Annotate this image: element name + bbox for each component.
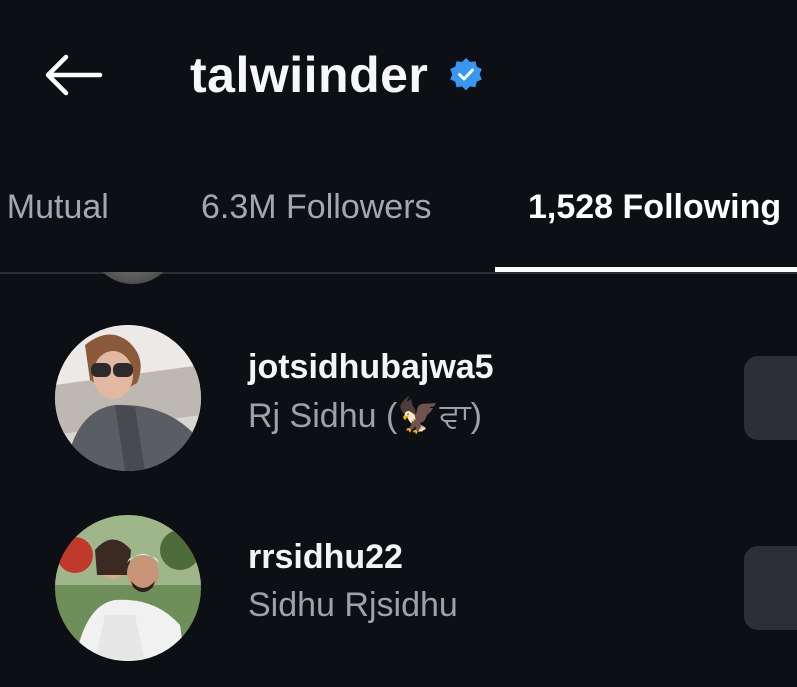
- profile-username: talwiinder: [190, 47, 429, 103]
- tab-mutual[interactable]: - Mutual: [0, 188, 109, 227]
- active-tab-indicator: [495, 267, 797, 272]
- following-button[interactable]: [744, 546, 797, 630]
- arrow-left-icon: [45, 54, 103, 96]
- tab-followers[interactable]: 6.3M Followers: [201, 188, 432, 227]
- full-name: Sidhu Rjsidhu: [248, 586, 458, 624]
- follow-tabs: - Mutual 6.3M Followers 1,528 Following: [0, 150, 797, 272]
- profile-title: talwiinder: [190, 40, 484, 110]
- profile-photo: [55, 515, 201, 661]
- list-item[interactable]: jotsidhubajwa5 Rj Sidhu (🦅ਵਾ): [0, 320, 797, 480]
- profile-photo: [55, 325, 201, 471]
- avatar[interactable]: [55, 515, 201, 661]
- avatar[interactable]: [55, 325, 201, 471]
- list-item[interactable]: rrsidhu22 Sidhu Rjsidhu: [0, 510, 797, 670]
- username[interactable]: jotsidhubajwa5: [248, 348, 494, 387]
- full-name: Rj Sidhu (🦅ਵਾ): [248, 397, 482, 435]
- following-screen: talwiinder - Mutual 6.3M Followers 1,528…: [0, 0, 797, 687]
- username[interactable]: rrsidhu22: [248, 538, 403, 577]
- top-bar: talwiinder: [0, 0, 797, 150]
- following-button[interactable]: [744, 356, 797, 440]
- verified-badge-icon: [448, 57, 484, 93]
- tab-following[interactable]: 1,528 Following: [528, 188, 781, 227]
- back-button[interactable]: [38, 44, 108, 106]
